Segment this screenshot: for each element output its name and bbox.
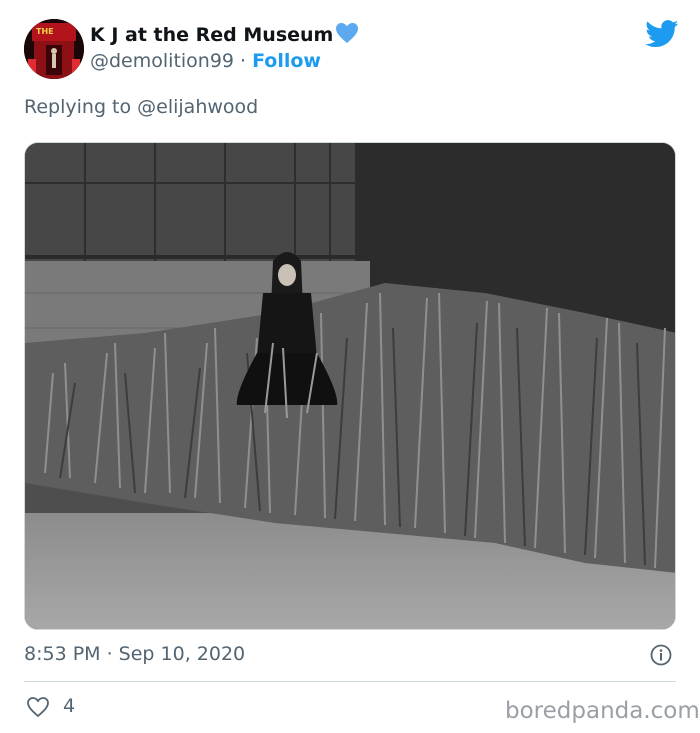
tweet-timestamp[interactable]: 8:53 PM · Sep 10, 2020 xyxy=(24,643,245,665)
like-count[interactable]: 4 xyxy=(63,695,75,717)
avatar-sign-text: THE xyxy=(36,27,54,36)
avatar-image: THE xyxy=(24,19,84,79)
replying-to-text[interactable]: Replying to @elijahwood xyxy=(24,96,258,118)
photo-woman-in-reeds xyxy=(25,143,675,629)
author-name-row: K J at the Red Museum xyxy=(90,22,359,48)
follow-button[interactable]: Follow xyxy=(252,50,321,72)
watermark: boredpanda.com xyxy=(505,698,700,724)
blue-heart-icon xyxy=(335,22,359,48)
info-circle-icon[interactable] xyxy=(650,644,672,666)
tweet-photo[interactable] xyxy=(24,142,676,630)
handle-row: @demolition99 · Follow xyxy=(90,50,321,72)
avatar[interactable]: THE xyxy=(24,19,84,79)
separator-dot: · xyxy=(240,50,247,72)
author-handle[interactable]: @demolition99 xyxy=(90,50,234,72)
divider xyxy=(24,681,676,682)
twitter-bird-icon[interactable] xyxy=(645,20,679,48)
heart-outline-icon[interactable] xyxy=(26,696,50,718)
display-name[interactable]: K J at the Red Museum xyxy=(90,24,333,46)
